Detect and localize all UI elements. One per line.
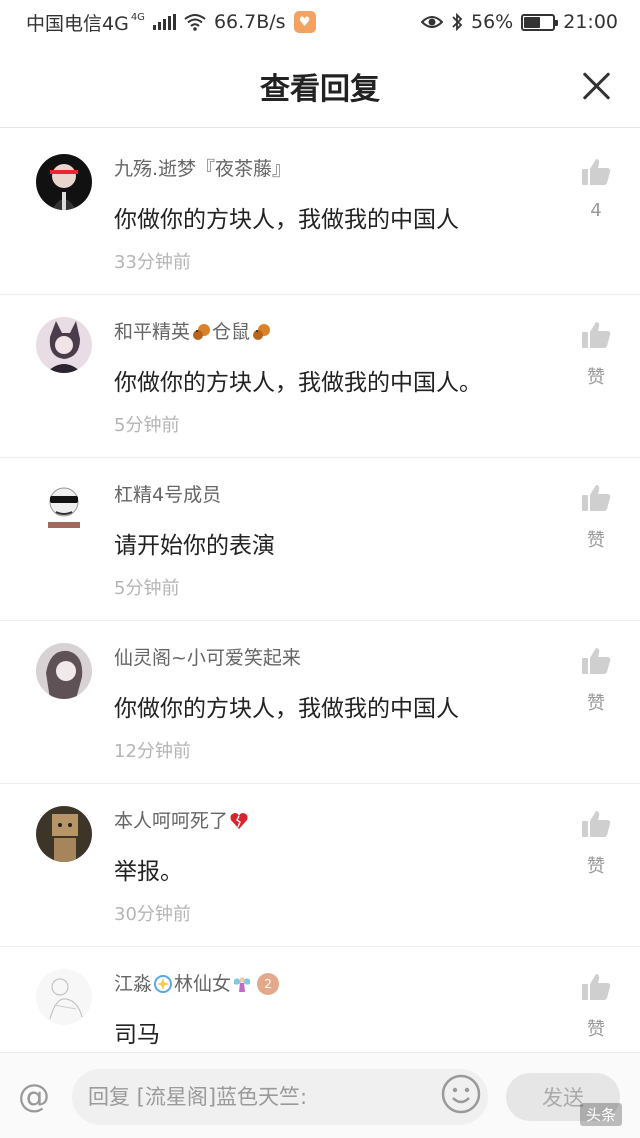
avatar[interactable] xyxy=(36,480,92,536)
network-badge: 4G xyxy=(130,11,145,23)
battery-icon xyxy=(521,13,559,31)
signal-icon xyxy=(152,14,176,30)
reply-content: 司马 xyxy=(114,1022,160,1048)
like-label: 赞 xyxy=(587,1019,605,1040)
thumbs-up-icon xyxy=(582,159,611,185)
like-count: 4 xyxy=(590,200,602,221)
reply-input[interactable] xyxy=(72,1069,488,1125)
reply-content: 你做你的方块人，我做我的中国人 xyxy=(114,696,459,722)
like-button[interactable]: 赞 xyxy=(576,645,616,715)
reply-bar: @ 发送 头条 xyxy=(0,1052,640,1138)
thumbs-up-icon xyxy=(582,811,611,837)
avatar[interactable] xyxy=(36,806,92,862)
reply-item: 杠精4号成员 请开始你的表演 5分钟前 赞 xyxy=(0,458,640,621)
close-icon[interactable] xyxy=(578,68,614,104)
carrier-label: 中国电信4G xyxy=(26,12,129,35)
reply-username[interactable]: 江淼 林仙女 2 xyxy=(114,969,280,996)
status-bar-right: 56% 21:00 xyxy=(421,11,618,33)
reply-content: 你做你的方块人，我做我的中国人 xyxy=(114,207,459,233)
reply-item: 本人呵呵死了 举报。 30分钟前 赞 xyxy=(0,784,640,947)
reply-time: 33分钟前 xyxy=(114,252,191,273)
like-label: 赞 xyxy=(587,856,605,877)
battery-percent: 56% xyxy=(471,11,514,33)
avatar[interactable] xyxy=(36,643,92,699)
thumbs-up-icon xyxy=(582,485,611,511)
avatar[interactable] xyxy=(36,154,92,210)
like-label: 赞 xyxy=(587,693,605,714)
reply-item: 九殇.逝梦『夜茶藤』 你做你的方块人，我做我的中国人 33分钟前 4 xyxy=(0,132,640,295)
fairy-emoji-icon xyxy=(234,977,251,992)
like-label: 赞 xyxy=(587,530,605,551)
reply-item: 和平精英 仓鼠 你做你的方块人，我做我的中国人。 5分钟前 赞 xyxy=(0,295,640,458)
reply-item: 仙灵阁~小可爱笑起来 你做你的方块人，我做我的中国人 12分钟前 赞 xyxy=(0,621,640,784)
clock: 21:00 xyxy=(563,11,618,33)
sparkle-emoji-icon xyxy=(154,975,173,993)
reply-time: 5分钟前 xyxy=(114,415,180,436)
reply-content: 举报。 xyxy=(114,859,183,885)
reply-username[interactable]: 本人呵呵死了 xyxy=(114,806,250,833)
reply-username[interactable]: 九殇.逝梦『夜茶藤』 xyxy=(114,154,291,181)
like-button[interactable]: 赞 xyxy=(576,808,616,878)
thumbs-up-icon xyxy=(582,648,611,674)
thumbs-up-icon xyxy=(582,974,611,1000)
level-badge: 2 xyxy=(257,973,280,995)
squirrel-emoji-icon xyxy=(253,324,271,340)
reply-time: 5分钟前 xyxy=(114,578,180,599)
reply-username[interactable]: 仙灵阁~小可爱笑起来 xyxy=(114,643,301,670)
page-title: 查看回复 xyxy=(260,72,380,106)
avatar[interactable] xyxy=(36,317,92,373)
header: 查看回复 xyxy=(0,44,640,128)
reply-time: 12分钟前 xyxy=(114,741,191,762)
watermark: 头条 xyxy=(579,1103,622,1126)
health-app-icon: ♥ xyxy=(293,11,316,33)
reply-content: 请开始你的表演 xyxy=(114,533,275,559)
reply-username[interactable]: 杠精4号成员 xyxy=(114,480,221,507)
avatar[interactable] xyxy=(36,969,92,1025)
at-mention-icon[interactable]: @ xyxy=(18,1077,50,1115)
status-bar-left: 中国电信4G 4G 66.7B/s ♥ xyxy=(26,9,316,36)
like-button[interactable]: 赞 xyxy=(576,482,616,552)
network-speed: 66.7B/s xyxy=(213,11,286,33)
reply-time: 30分钟前 xyxy=(114,904,191,925)
like-button[interactable]: 4 xyxy=(576,156,616,221)
like-label: 赞 xyxy=(587,367,605,388)
squirrel-emoji-icon xyxy=(193,324,211,340)
reply-content: 你做你的方块人，我做我的中国人。 xyxy=(114,370,482,396)
like-button[interactable]: 赞 xyxy=(576,971,616,1041)
broken-heart-icon xyxy=(230,813,248,829)
reply-list[interactable]: 九殇.逝梦『夜茶藤』 你做你的方块人，我做我的中国人 33分钟前 4 和平精英仓… xyxy=(0,132,640,1052)
bluetooth-icon xyxy=(452,12,463,32)
reply-username[interactable]: 和平精英 仓鼠 xyxy=(114,317,272,344)
like-button[interactable]: 赞 xyxy=(576,319,616,389)
wifi-icon xyxy=(184,14,206,31)
thumbs-up-icon xyxy=(582,322,611,348)
eye-icon xyxy=(421,16,443,28)
emoji-icon[interactable] xyxy=(440,1073,482,1115)
reply-item: 江淼 林仙女 2 司马 赞 xyxy=(0,947,640,1052)
status-bar: 中国电信4G 4G 66.7B/s ♥ 56% 21:00 xyxy=(0,0,640,44)
